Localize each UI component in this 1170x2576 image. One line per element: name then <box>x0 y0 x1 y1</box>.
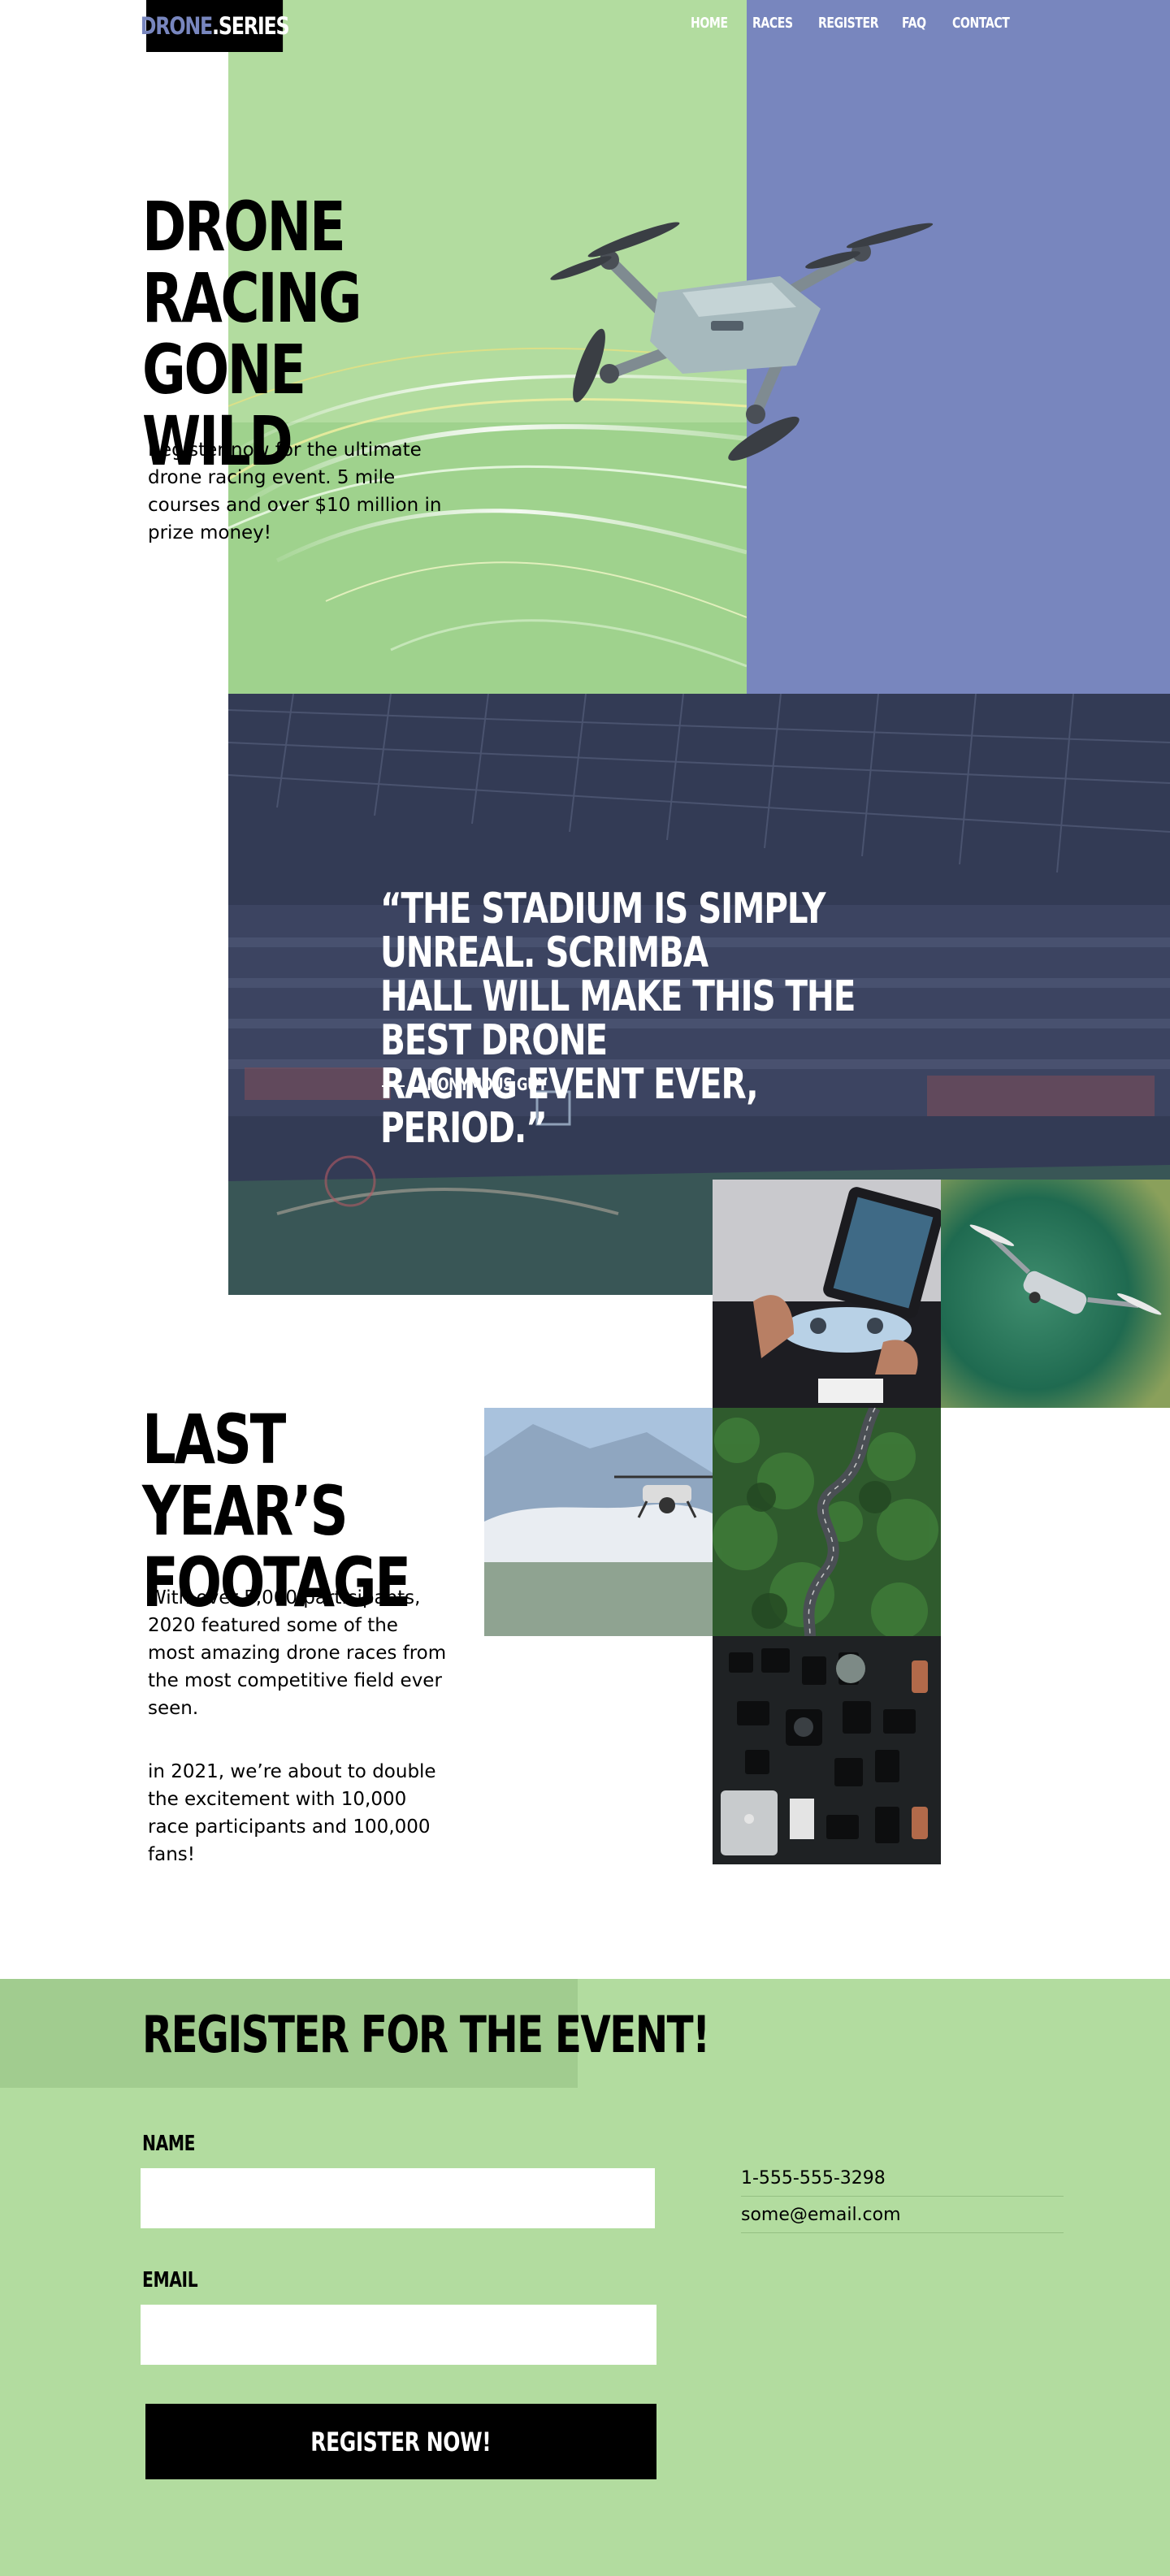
gallery-gear-flatlay-photo <box>713 1636 941 1864</box>
gallery-controller-photo <box>713 1180 941 1408</box>
email-label: EMAIL <box>142 2268 198 2292</box>
contact-email: some@email.com <box>741 2197 1064 2233</box>
footage-paragraph-1: With over 5,000 participants, 2020 featu… <box>148 1587 447 1719</box>
contact-phone: 1-555-555-3298 <box>741 2160 1064 2197</box>
quote-line: “THE STADIUM IS SIMPLY UNREAL. SCRIMBA <box>380 885 826 977</box>
gallery-green-drone-photo <box>941 1180 1170 1408</box>
brand-logo[interactable]: DRONE .SERIES <box>141 0 290 52</box>
hero-title: DRONE RACING GONE WILD <box>142 191 409 477</box>
logo-text-drone: DRONE <box>140 12 213 40</box>
hero-title-line: DRONE <box>142 187 346 266</box>
footage-title-line: LAST YEAR’S <box>142 1400 349 1551</box>
nav-contact[interactable]: CONTACT <box>952 15 1010 32</box>
footage-paragraph-2: in 2021, we’re about to double the excit… <box>148 1761 436 1865</box>
quote-line: HALL WILL MAKE THIS THE BEST DRONE <box>380 972 856 1065</box>
name-label: NAME <box>142 2132 196 2156</box>
email-input[interactable] <box>141 2305 656 2365</box>
drone-hero-image <box>550 222 934 461</box>
gallery-mountain-drone-photo <box>484 1408 713 1636</box>
hero-title-line: RACING GONE <box>142 258 362 409</box>
nav-register[interactable]: REGISTER <box>818 15 879 32</box>
nav-races[interactable]: RACES <box>752 15 793 32</box>
logo-text-series: .SERIES <box>212 12 290 40</box>
hero-description: Register now for the ultimate drone raci… <box>148 439 442 543</box>
nav-faq[interactable]: FAQ <box>902 15 926 32</box>
register-now-label: REGISTER NOW! <box>310 2426 492 2457</box>
name-input[interactable] <box>141 2168 655 2228</box>
nav-home[interactable]: HOME <box>691 15 728 32</box>
register-now-button[interactable]: REGISTER NOW! <box>145 2404 656 2479</box>
register-title: REGISTER FOR THE EVENT! <box>142 2005 710 2064</box>
gallery-forest-road-photo <box>713 1408 941 1636</box>
quote-author: ANONYMOUS GUY <box>417 1075 548 1094</box>
testimonial-quote: “THE STADIUM IS SIMPLY UNREAL. SCRIMBA H… <box>380 887 869 1150</box>
quote-dash <box>382 1085 405 1087</box>
